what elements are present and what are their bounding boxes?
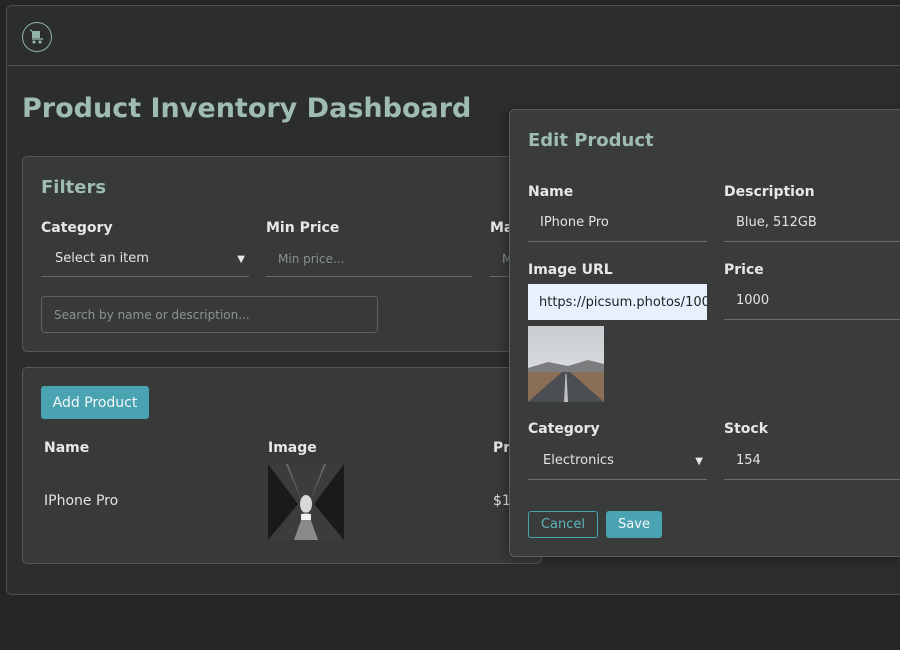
category-select[interactable]: Electronics ▼ [528,442,707,480]
min-price-label: Min Price [266,220,340,236]
description-input[interactable]: Blue, 512GB [724,204,900,242]
top-bar [7,6,900,66]
column-header-name: Name [44,440,90,456]
chevron-down-icon: ▼ [237,254,245,265]
category-select-value: Electronics [543,453,614,468]
add-product-button[interactable]: Add Product [41,386,149,419]
products-card: Add Product Name Image Pri IPhone Pro $1… [22,367,542,564]
image-url-input[interactable]: https://picsum.photos/100 [528,284,707,320]
cancel-button[interactable]: Cancel [528,511,598,538]
price-input[interactable]: 1000 [724,282,900,320]
search-input[interactable]: Search by name or description... [41,296,378,333]
chevron-down-icon: ▼ [695,456,703,467]
category-select-value: Select an item [55,251,149,266]
page-title: Product Inventory Dashboard [22,93,472,124]
cart-icon[interactable] [22,22,52,52]
category-select[interactable]: Select an item ▼ [41,241,249,277]
category-filter-label: Category [41,220,113,236]
name-input[interactable]: IPhone Pro [528,204,707,242]
dialog-title: Edit Product [528,130,654,151]
price-label: Price [724,262,764,278]
image-url-label: Image URL [528,262,613,278]
name-label: Name [528,184,574,200]
product-thumbnail [268,464,344,540]
category-label: Category [528,421,600,437]
min-price-input[interactable]: Min price... [266,241,472,277]
stock-label: Stock [724,421,769,437]
row-name-cell: IPhone Pro [44,493,119,509]
edit-product-dialog: Edit Product Name IPhone Pro Description… [509,109,900,557]
stock-input[interactable]: 154 [724,442,900,480]
description-label: Description [724,184,815,200]
column-header-image: Image [268,440,317,456]
image-preview [528,326,604,402]
filters-card: Filters Category Select an item ▼ Min Pr… [22,156,550,352]
save-button[interactable]: Save [606,511,662,538]
filters-title: Filters [41,177,107,198]
